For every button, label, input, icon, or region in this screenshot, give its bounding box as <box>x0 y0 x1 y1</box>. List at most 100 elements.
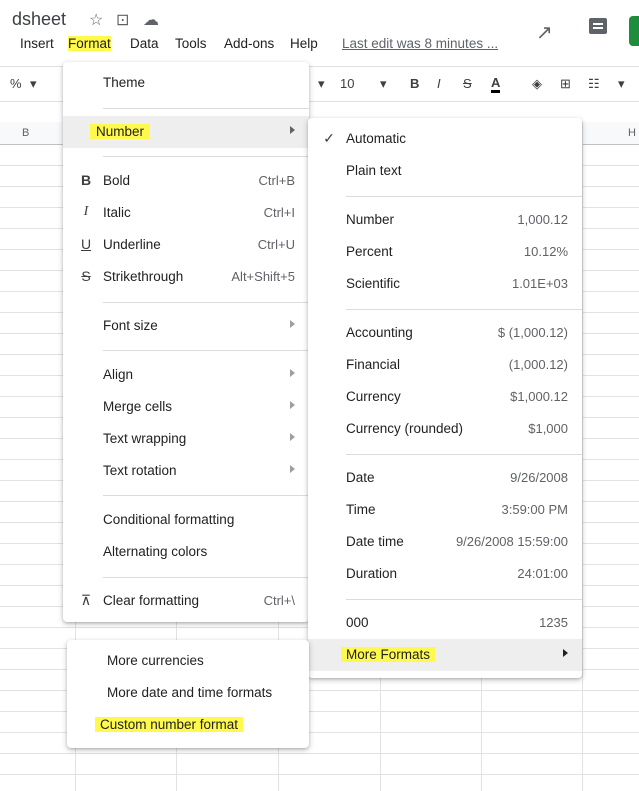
borders-icon[interactable]: ⊞ <box>560 76 571 92</box>
menu-divider <box>103 350 309 351</box>
menu-item-label: Text wrapping <box>103 431 187 446</box>
format-example: 1,000.12 <box>517 212 568 227</box>
menu-item-text-wrapping[interactable]: Text wrapping <box>63 423 309 455</box>
menu-addons[interactable]: Add-ons <box>224 36 274 51</box>
menu-item-custom-number-format[interactable]: Custom number format <box>67 709 309 741</box>
number-format-accounting[interactable]: Accounting $ (1,000.12) <box>308 317 582 349</box>
chevron-down-icon[interactable]: ▾ <box>618 76 625 92</box>
number-format-plain-text[interactable]: Plain text <box>308 155 582 187</box>
number-format-date[interactable]: Date 9/26/2008 <box>308 462 582 494</box>
doc-title[interactable]: dsheet <box>12 9 66 30</box>
move-folder-icon[interactable]: ⊡ <box>116 10 129 30</box>
number-format-number[interactable]: Number 1,000.12 <box>308 204 582 236</box>
chevron-down-icon[interactable]: ▾ <box>318 76 325 92</box>
menu-item-label: Clear formatting <box>103 593 200 608</box>
number-submenu: ✓ Automatic Plain text Number 1,000.12 Pe… <box>308 118 582 678</box>
chevron-down-icon[interactable]: ▾ <box>30 76 37 92</box>
cloud-status-icon[interactable]: ☁ <box>143 10 159 30</box>
menu-help[interactable]: Help <box>290 36 318 51</box>
menu-item-bold[interactable]: B Bold Ctrl+B <box>63 165 309 197</box>
menu-item-label: Scientific <box>346 276 401 291</box>
number-format-automatic[interactable]: ✓ Automatic <box>308 123 582 155</box>
format-example: 9/26/2008 <box>510 470 568 485</box>
menu-item-merge-cells[interactable]: Merge cells <box>63 391 309 423</box>
submenu-arrow-icon <box>290 401 295 409</box>
menu-item-theme[interactable]: Theme <box>63 67 309 99</box>
menu-insert[interactable]: Insert <box>20 36 54 51</box>
menu-item-more-currencies[interactable]: More currencies <box>67 645 309 677</box>
menu-item-label: Custom number format <box>95 717 244 732</box>
bold-icon: B <box>80 172 92 188</box>
strikethrough-button[interactable]: S <box>463 76 472 91</box>
fill-color-icon[interactable]: ◈ <box>532 76 542 92</box>
format-example: 10.12% <box>523 244 568 259</box>
number-format-percent[interactable]: Percent 10.12% <box>308 236 582 268</box>
menu-item-label: Merge cells <box>103 399 173 414</box>
format-example: 24:01:00 <box>517 566 568 581</box>
menu-item-label: Alternating colors <box>103 544 208 559</box>
menu-item-more-date-time-formats[interactable]: More date and time formats <box>67 677 309 709</box>
comment-icon[interactable] <box>589 18 607 34</box>
menu-item-more-formats[interactable]: More Formats <box>308 639 582 671</box>
menu-divider <box>103 156 309 157</box>
number-format-time[interactable]: Time 3:59:00 PM <box>308 494 582 526</box>
merge-cells-icon[interactable]: ☷ <box>588 76 600 92</box>
menu-item-italic[interactable]: I Italic Ctrl+I <box>63 197 309 229</box>
number-format-financial[interactable]: Financial (1,000.12) <box>308 349 582 381</box>
number-format-custom-000[interactable]: 000 1235 <box>308 607 582 639</box>
menu-item-label: Plain text <box>346 163 402 178</box>
menu-item-label: Font size <box>103 318 158 333</box>
menu-item-shortcut: Ctrl+\ <box>263 593 295 608</box>
menu-item-label: Percent <box>346 244 393 259</box>
menu-item-label: Number <box>346 212 395 227</box>
menu-data[interactable]: Data <box>130 36 159 51</box>
chevron-down-icon[interactable]: ▾ <box>380 76 387 92</box>
bold-button[interactable]: B <box>410 76 419 91</box>
menu-item-label: Italic <box>103 205 131 220</box>
last-edit-link[interactable]: Last edit was 8 minutes ... <box>342 36 498 51</box>
menu-item-label: Currency (rounded) <box>346 421 464 436</box>
number-format-scientific[interactable]: Scientific 1.01E+03 <box>308 268 582 300</box>
menu-item-label: Align <box>103 367 134 382</box>
menu-item-number[interactable]: Number <box>63 116 309 148</box>
menu-item-font-size[interactable]: Font size <box>63 310 309 342</box>
menu-item-strikethrough[interactable]: S Strikethrough Alt+Shift+5 <box>63 261 309 293</box>
menu-item-shortcut: Alt+Shift+5 <box>231 269 295 284</box>
menu-item-underline[interactable]: U Underline Ctrl+U <box>63 229 309 261</box>
menu-item-label: Conditional formatting <box>103 512 235 527</box>
format-example: 1235 <box>539 615 568 630</box>
menu-item-align[interactable]: Align <box>63 359 309 391</box>
menu-tools[interactable]: Tools <box>175 36 207 51</box>
number-format-currency-rounded[interactable]: Currency (rounded) $1,000 <box>308 413 582 445</box>
strikethrough-icon: S <box>81 268 91 284</box>
menu-item-label: Date time <box>346 534 404 549</box>
share-button[interactable] <box>629 16 639 46</box>
activity-trend-icon[interactable]: ↗ <box>536 20 553 45</box>
menu-item-label: Underline <box>103 237 161 252</box>
font-size-select[interactable]: 10 <box>340 76 354 91</box>
number-format-currency[interactable]: Currency $1,000.12 <box>308 381 582 413</box>
zoom-select[interactable]: % <box>10 76 22 91</box>
menu-item-label: More currencies <box>107 653 204 668</box>
menu-divider <box>346 454 582 455</box>
format-example: 9/26/2008 15:59:00 <box>455 534 568 549</box>
menu-item-shortcut: Ctrl+U <box>257 237 295 252</box>
menu-item-conditional-formatting[interactable]: Conditional formatting <box>63 504 309 536</box>
star-icon[interactable]: ☆ <box>89 10 103 30</box>
menu-item-alternating-colors[interactable]: Alternating colors <box>63 536 309 568</box>
menu-item-clear-formatting[interactable]: ⊼ Clear formatting Ctrl+\ <box>63 585 309 617</box>
clear-formatting-icon: ⊼ <box>80 592 92 608</box>
menu-item-label: Theme <box>103 75 146 90</box>
number-format-date-time[interactable]: Date time 9/26/2008 15:59:00 <box>308 526 582 558</box>
menu-format[interactable]: Format <box>68 36 111 51</box>
number-format-duration[interactable]: Duration 24:01:00 <box>308 558 582 590</box>
column-header-h[interactable]: H <box>628 127 636 139</box>
menu-item-text-rotation[interactable]: Text rotation <box>63 455 309 487</box>
menu-divider <box>103 577 309 578</box>
menu-item-label: Duration <box>346 566 398 581</box>
menu-item-label: Automatic <box>346 131 407 146</box>
text-color-button[interactable]: A <box>491 76 501 93</box>
italic-button[interactable]: I <box>437 76 441 91</box>
column-header-b[interactable]: B <box>22 127 29 139</box>
italic-icon: I <box>83 204 89 219</box>
